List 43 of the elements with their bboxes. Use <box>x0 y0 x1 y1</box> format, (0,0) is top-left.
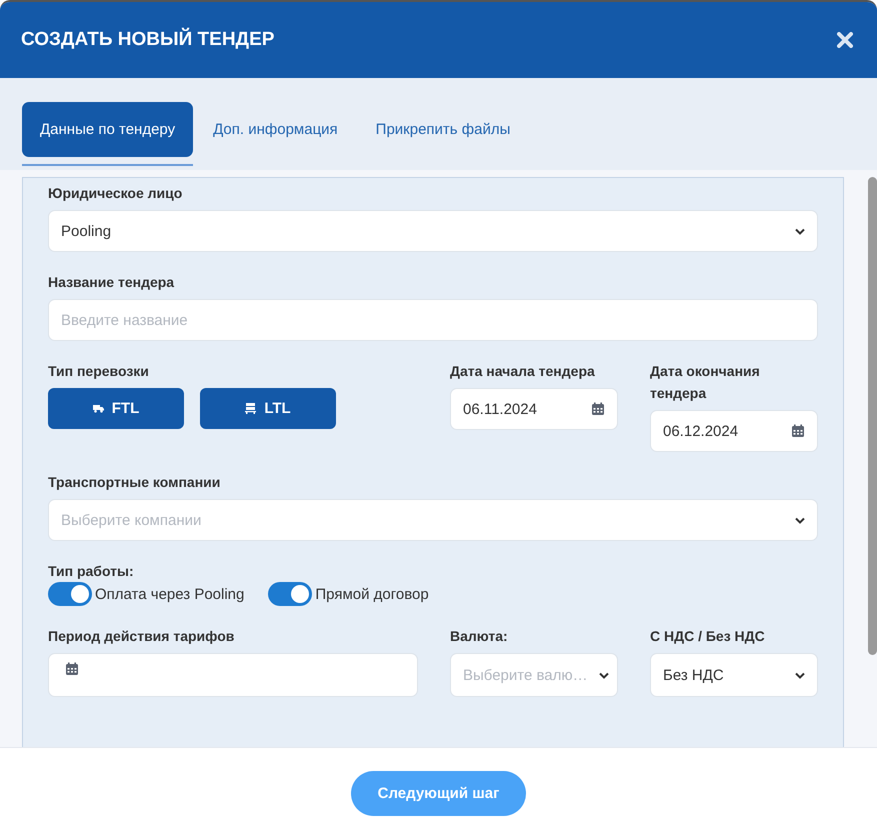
truck-icon <box>92 404 104 413</box>
select-field[interactable]: Без НДС <box>650 653 818 697</box>
field-label: Тип перевозки <box>48 362 150 381</box>
calendar-icon[interactable] <box>791 424 805 438</box>
dialog-title: СОЗДАТЬ НОВЫЙ ТЕНДЕР <box>21 29 274 51</box>
transport-type-button[interactable]: FTL <box>48 388 184 429</box>
select-value: Pooling <box>61 222 112 240</box>
placeholder-text: Выберите валю… <box>463 666 588 684</box>
chevron-down-icon <box>795 672 805 678</box>
select-value: Без НДС <box>663 666 724 684</box>
placeholder-text: Выберите компании <box>61 512 202 528</box>
tab[interactable]: Прикрепить файлы <box>358 102 528 157</box>
chevron-down-icon <box>795 228 805 234</box>
close-icon[interactable] <box>837 32 853 48</box>
field-label: Валюта: <box>450 627 509 646</box>
field-label: С НДС / Без НДС <box>650 627 766 646</box>
toggle-label: Прямой договор <box>315 586 429 602</box>
pallet-icon <box>245 403 256 414</box>
transport-type-button[interactable]: LTL <box>200 388 336 429</box>
scrollbar[interactable] <box>868 177 877 655</box>
toggle-switch[interactable] <box>268 582 312 606</box>
field-label: Дата окончания тендера <box>650 362 761 403</box>
date-range-field[interactable] <box>48 653 418 697</box>
toggle-switch[interactable] <box>48 582 92 606</box>
toggle-label: Оплата через Pooling <box>95 586 244 602</box>
chevron-down-icon <box>795 516 805 524</box>
chevron-down-icon <box>599 672 609 678</box>
tab[interactable]: Данные по тендеру <box>22 102 194 157</box>
field-label: Дата начала тендера <box>450 362 596 381</box>
date-value: 06.11.2024 <box>463 400 537 418</box>
field-label: Тип работы: <box>48 562 135 581</box>
field-label: Транспортные компании <box>48 473 222 492</box>
placeholder-text: Введите название <box>61 312 188 328</box>
date-field[interactable]: 06.11.2024 <box>450 388 618 430</box>
tab[interactable]: Доп. информация <box>195 102 356 157</box>
field-label: Период действия тарифов <box>48 627 236 646</box>
date-value: 06.12.2024 <box>663 422 738 440</box>
calendar-icon[interactable] <box>591 402 605 416</box>
field-label: Название тендера <box>48 273 176 292</box>
calendar-icon[interactable] <box>65 662 79 676</box>
field-label: Юридическое лицо <box>48 184 184 203</box>
select-field[interactable]: Pooling <box>48 210 818 252</box>
date-field[interactable]: 06.12.2024 <box>650 410 818 452</box>
